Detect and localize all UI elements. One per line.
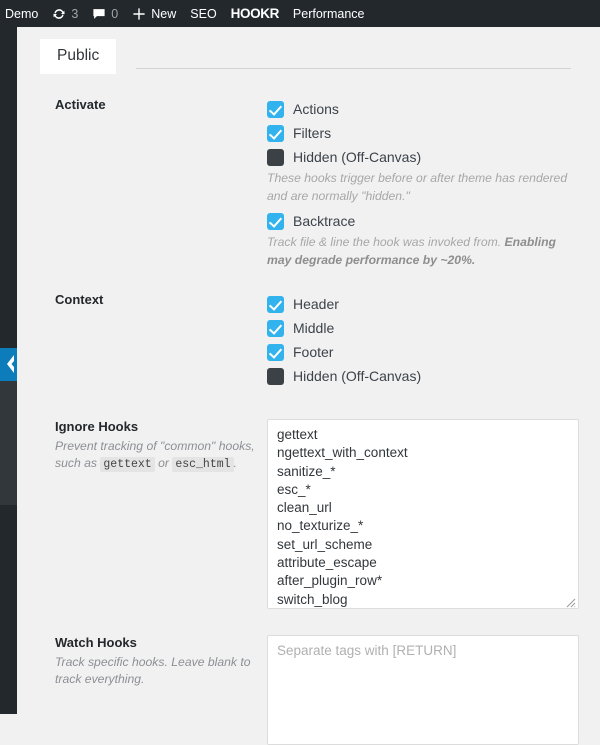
admin-menu-rail-top [0,27,17,348]
checkbox-backtrace-label: Backtrace [293,213,356,229]
watch-hooks-label-col: Watch Hooks Track specific hooks. Leave … [55,635,265,688]
admin-bar: Demo 3 0 New SEO HOOKR Performance [0,0,600,27]
checkbox-header-box[interactable] [267,295,284,313]
checkbox-hidden-offcanvas[interactable]: Hidden (Off-Canvas) [267,145,579,169]
activate-label: Activate [55,97,106,112]
checkbox-hidden-offcanvas-box[interactable] [267,148,284,166]
site-name-label: Demo [5,6,39,21]
comment-bubble-icon [92,7,106,21]
tab-bar: Public [17,27,600,83]
checkbox-actions[interactable]: Actions [267,97,579,121]
checkbox-middle[interactable]: Middle [267,316,579,340]
adminbar-hookr[interactable]: HOOKR [224,0,286,27]
ignore-hooks-desc: Prevent tracking of "common" hooks, such… [55,438,265,473]
plus-icon [132,7,146,21]
ignore-hooks-textarea[interactable] [267,419,579,609]
form-row-watch-hooks: Watch Hooks Track specific hooks. Leave … [17,635,600,745]
hookr-logo: HOOKR [230,6,280,21]
checkbox-hidden-offcanvas-label: Hidden (Off-Canvas) [293,149,422,165]
checkbox-actions-label: Actions [293,101,339,117]
ignore-hooks-desc-part2: such as [55,456,101,470]
checkbox-backtrace-box[interactable] [267,212,284,230]
ignore-hooks-label: Ignore Hooks [55,419,139,434]
checkbox-middle-label: Middle [293,320,335,336]
checkbox-context-hidden-offcanvas-label: Hidden (Off-Canvas) [293,368,422,384]
adminbar-new-content[interactable]: New [125,0,183,27]
comments-count: 0 [111,6,119,21]
backtrace-help: Track file & line the hook was invoked f… [267,234,579,269]
watch-hooks-desc: Track specific hooks. Leave blank to tra… [55,655,251,686]
adminbar-comments[interactable]: 0 [85,0,125,27]
checkbox-footer[interactable]: Footer [267,340,579,364]
ignore-hooks-label-col: Ignore Hooks Prevent tracking of "common… [55,419,265,473]
ignore-hooks-desc-or: or [154,456,173,470]
adminbar-performance[interactable]: Performance [286,0,372,27]
checkbox-middle-box[interactable] [267,319,284,337]
checkbox-footer-label: Footer [293,344,334,360]
ignore-hooks-desc-end: . [233,456,237,470]
backtrace-help-plain: Track file & line the hook was invoked f… [267,235,505,249]
new-label: New [151,6,177,21]
settings-page: Public Activate Actions Filters Hidden (… [17,27,600,745]
activate-label-col: Activate [55,97,265,113]
activate-field-col: Actions Filters Hidden (Off-Canvas) Thes… [267,97,579,273]
context-field-col: Header Middle Footer Hidden (Off-Canvas) [267,292,579,388]
admin-menu-rail-bottom [0,505,17,714]
ignore-hooks-field-col [267,419,579,609]
seo-label: SEO [190,6,217,21]
tab-public-label: Public [57,47,100,64]
checkbox-header[interactable]: Header [267,292,579,316]
checkbox-filters[interactable]: Filters [267,121,579,145]
checkbox-footer-box[interactable] [267,343,284,361]
performance-label: Performance [292,6,365,21]
adminbar-site-name[interactable]: Demo [0,0,45,27]
adminbar-seo[interactable]: SEO [183,0,223,27]
form-row-ignore-hooks: Ignore Hooks Prevent tracking of "common… [17,419,600,609]
hidden-offcanvas-help: These hooks trigger before or after them… [267,171,568,203]
checkbox-filters-box[interactable] [267,124,284,142]
tab-bar-divider [136,68,571,69]
adminbar-updates[interactable]: 3 [45,0,85,27]
code-gettext: gettext [100,457,155,472]
updates-count: 3 [71,6,79,21]
context-label-col: Context [55,292,265,308]
context-label: Context [55,292,104,307]
checkbox-header-label: Header [293,296,339,312]
checkbox-filters-label: Filters [293,125,332,141]
checkbox-backtrace[interactable]: Backtrace [267,209,579,233]
tab-public[interactable]: Public [40,39,117,74]
checkbox-context-hidden-offcanvas[interactable]: Hidden (Off-Canvas) [267,364,579,388]
admin-menu-rail-mid [0,381,17,505]
watch-hooks-textarea[interactable] [267,635,579,745]
chevron-left-icon [3,354,15,374]
checkbox-context-hidden-offcanvas-box[interactable] [267,367,284,385]
watch-hooks-field-col [267,635,579,745]
code-esc-html: esc_html [172,457,234,472]
ignore-hooks-desc-part1: Prevent tracking of "common" hooks, [55,439,255,453]
watch-hooks-label: Watch Hooks [55,635,137,650]
refresh-icon [52,7,66,21]
checkbox-actions-box[interactable] [267,100,284,118]
